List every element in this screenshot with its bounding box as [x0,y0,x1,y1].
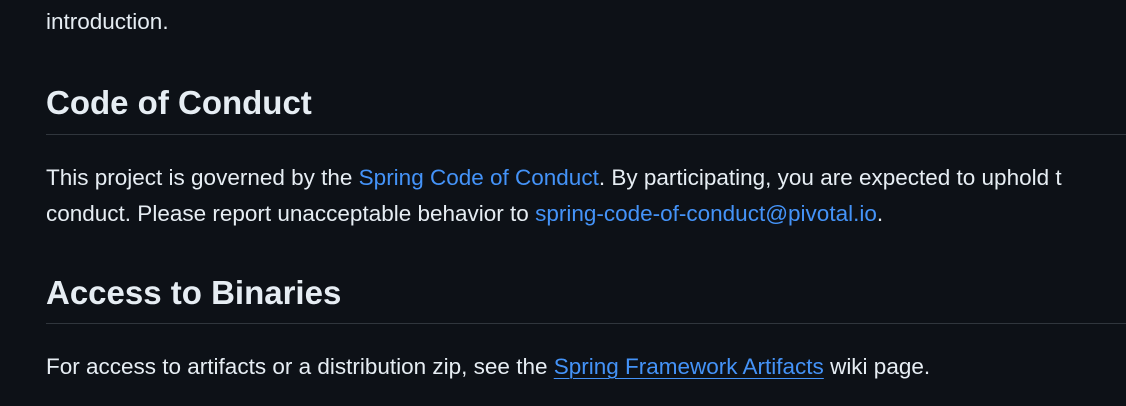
intro-paragraph-end: introduction. [46,9,169,35]
paragraph-text: This project is governed by the [46,165,359,190]
readme-content: introduction. Code of Conduct This proje… [0,0,1126,406]
heading-access-to-binaries: Access to Binaries [46,274,342,311]
spring-framework-artifacts-link[interactable]: Spring Framework Artifacts [554,354,824,379]
access-to-binaries-paragraph: For access to artifacts or a distributio… [46,354,930,380]
code-of-conduct-paragraph-line-2: conduct. Please report unacceptable beha… [46,201,883,227]
code-of-conduct-paragraph-line-1: This project is governed by the Spring C… [46,165,1062,191]
paragraph-text: conduct. Please report unacceptable beha… [46,201,536,226]
paragraph-text: . By participating, you are expected to … [598,165,1062,190]
paragraph-text: wiki page. [823,354,931,379]
conduct-email-link[interactable]: spring-code-of-conduct@pivotal.io [535,201,877,226]
heading-code-of-conduct: Code of Conduct [46,84,312,121]
paragraph-text: . [876,201,884,226]
intro-last-line: introduction. [46,9,169,34]
paragraph-text: For access to artifacts or a distributio… [46,354,554,379]
spring-code-of-conduct-link[interactable]: Spring Code of Conduct [359,165,599,190]
heading-divider [46,323,1126,324]
heading-divider [46,134,1126,135]
